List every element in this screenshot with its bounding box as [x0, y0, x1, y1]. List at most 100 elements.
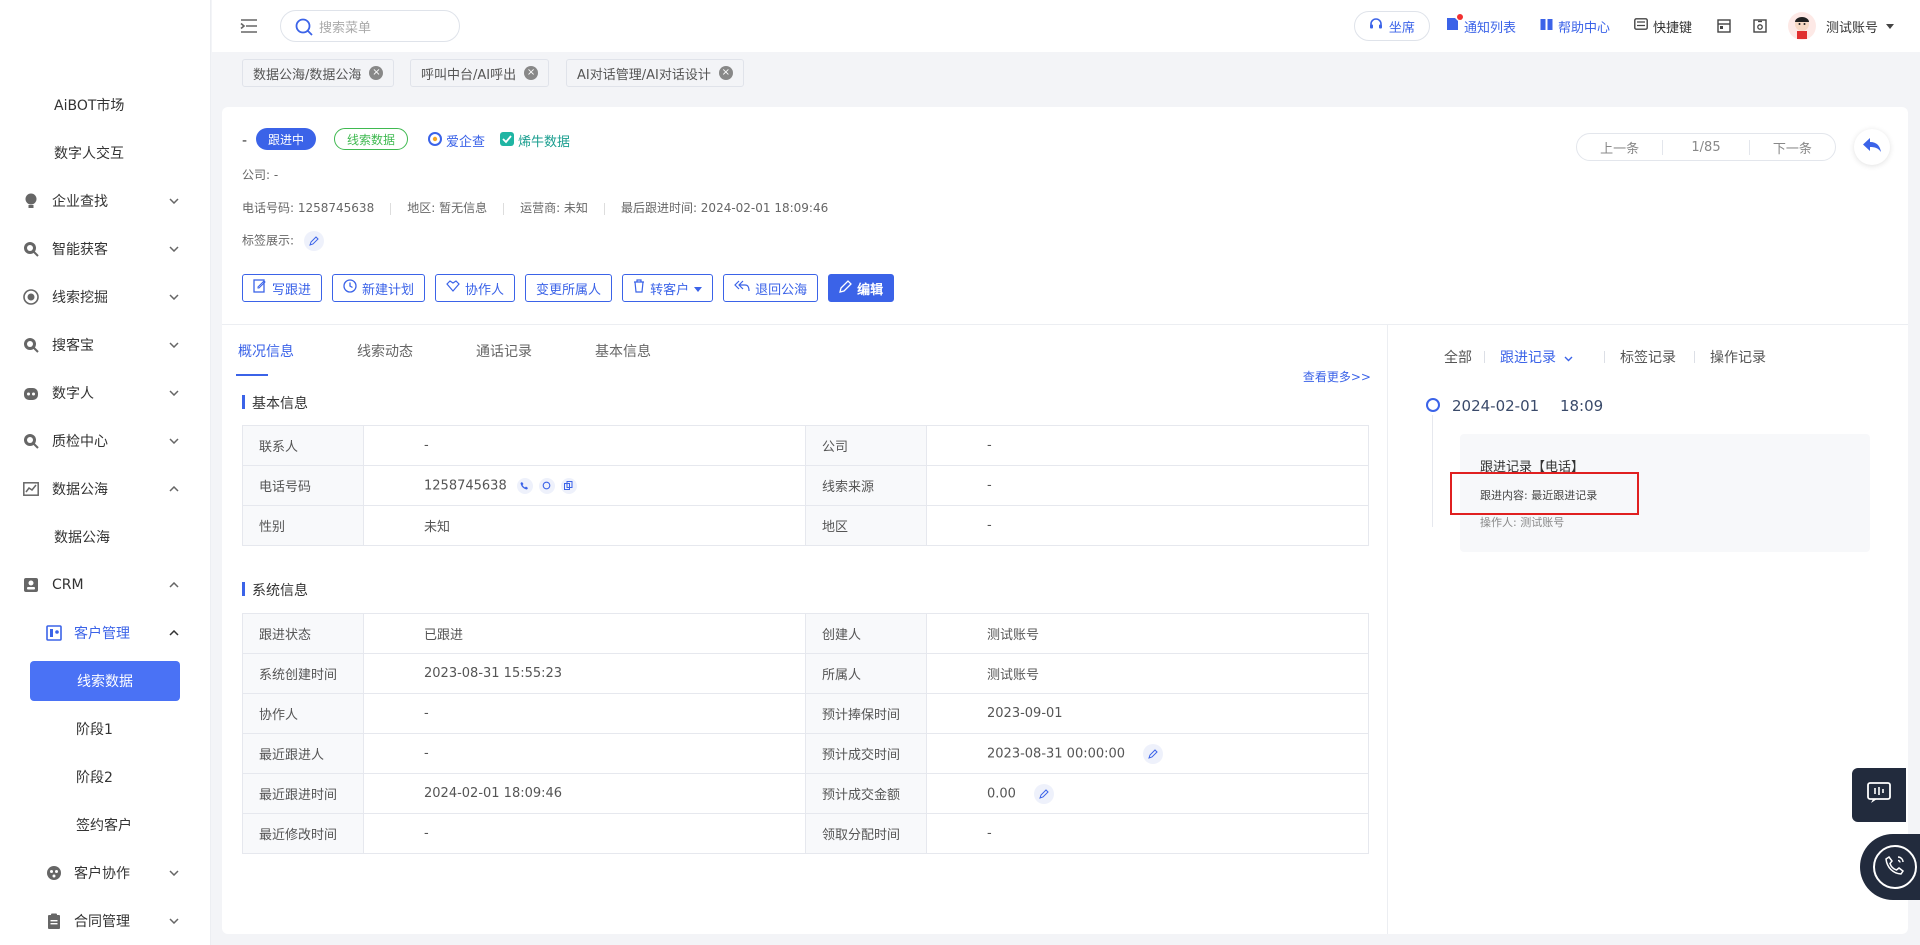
tab-lead-activity[interactable]: 线索动态	[357, 341, 413, 361]
tab-overview[interactable]: 概况信息	[238, 341, 294, 361]
edit-tags-icon[interactable]	[303, 231, 324, 251]
tab-follow-records-label: 跟进记录	[1500, 350, 1556, 366]
table-row: 电话号码 1258745638 线索来源 -	[242, 465, 1369, 506]
edit-button[interactable]: 编辑	[828, 274, 895, 302]
xiniu-link[interactable]: 烯牛数据	[500, 131, 570, 150]
user-name[interactable]: 测试账号	[1826, 17, 1878, 36]
edit-deal-amount-icon[interactable]	[1034, 783, 1055, 804]
sidebar-item-signed-customers[interactable]: 签约客户	[0, 805, 211, 845]
to-customer-button[interactable]: 转客户	[622, 274, 714, 302]
refresh-icon[interactable]	[538, 477, 555, 494]
tab-ai-outbound[interactable]: 呼叫中台/AI呼出 ×	[410, 59, 550, 87]
notify-label: 通知列表	[1463, 20, 1516, 36]
sidebar-item-lead-data[interactable]: 线索数据	[30, 661, 180, 701]
edit-deal-time-icon[interactable]	[1143, 743, 1164, 764]
write-follow-label: 写跟进	[272, 282, 312, 298]
back-button[interactable]	[1854, 129, 1890, 165]
close-icon[interactable]: ×	[369, 66, 384, 80]
collaborator-button[interactable]: 协作人	[435, 274, 516, 302]
view-more-link[interactable]: 查看更多>>	[1303, 368, 1371, 385]
prev-button[interactable]: 上一条	[1577, 138, 1662, 157]
basic-info-table: 联系人 - 公司 - 电话号码 1258745638 线索来源 - 性别 未知 …	[242, 425, 1369, 546]
aiqicha-icon	[428, 131, 442, 150]
owner-key: 所属人	[805, 653, 927, 694]
tab-basic-info[interactable]: 基本信息	[595, 341, 651, 361]
table-row: 系统创建时间 2023-08-31 15:55:23 所属人 测试账号	[242, 653, 1369, 694]
avatar[interactable]	[1787, 12, 1816, 40]
sidebar-item-aibot-market[interactable]: AiBOT市场	[0, 85, 211, 125]
help-link[interactable]: 帮助中心	[1540, 17, 1610, 36]
shortcut-link[interactable]: 快捷键	[1634, 17, 1692, 36]
sidebar-item-label: 签约客户	[76, 818, 132, 834]
call-widget-button[interactable]	[1860, 834, 1920, 900]
phone-cell: 1258745638	[363, 465, 806, 506]
tab-all[interactable]: 全部	[1444, 347, 1472, 367]
return-pool-button[interactable]: 退回公海	[723, 274, 819, 302]
close-icon[interactable]: ×	[718, 66, 733, 80]
tab-follow-records[interactable]: 跟进记录	[1500, 347, 1573, 367]
change-owner-button[interactable]: 变更所属人	[525, 274, 613, 302]
sidebar-item-customer-management[interactable]: 客户管理	[0, 613, 211, 653]
last-follow-time-value: 2024-02-01 18:09:46	[363, 773, 806, 814]
sidebar-item-label: 企业查找	[52, 194, 108, 210]
sidebar-item-label: 客户管理	[74, 626, 130, 642]
change-owner-label: 变更所属人	[536, 282, 602, 298]
seat-button[interactable]: 坐席	[1353, 11, 1430, 41]
search-input[interactable]: 搜索菜单	[280, 10, 460, 42]
highlight-box	[1450, 472, 1639, 515]
topbar: 搜索菜单 坐席 通知列表 帮助中心 快捷键 测试账号	[212, 0, 1920, 52]
sidebar-item-enterprise-search[interactable]: 企业查找	[0, 181, 211, 221]
sidebar-item-stage-1[interactable]: 阶段1	[0, 709, 211, 749]
divider	[390, 202, 392, 215]
sidebar-item-smart-acquisition[interactable]: 智能获客	[0, 229, 211, 269]
caret-down-icon	[694, 281, 703, 296]
caret-down-icon[interactable]	[1886, 23, 1894, 29]
phone-icon[interactable]	[516, 477, 533, 494]
table-row: 联系人 - 公司 -	[242, 425, 1369, 466]
screen-icon[interactable]	[1716, 18, 1732, 34]
reply-all-icon	[734, 280, 750, 296]
chat-widget-button[interactable]	[1852, 768, 1906, 822]
contact-card-icon	[23, 577, 39, 593]
new-plan-button[interactable]: 新建计划	[332, 274, 426, 302]
sidebar-item-label: CRM	[52, 577, 84, 593]
sidebar-item-label: 线索挖掘	[52, 290, 108, 306]
close-icon[interactable]: ×	[524, 66, 539, 80]
notify-link[interactable]: 通知列表	[1446, 14, 1516, 36]
chevron-down-icon	[167, 194, 181, 208]
status-badge: 跟进中	[256, 128, 317, 150]
divider	[1694, 351, 1695, 363]
sidebar-item-stage-2[interactable]: 阶段2	[0, 757, 211, 797]
sidebar-item-quality-center[interactable]: 质检中心	[0, 421, 211, 461]
tab-data-pool[interactable]: 数据公海/数据公海 ×	[242, 59, 395, 87]
sidebar-item-contract-management[interactable]: 合同管理	[0, 901, 211, 941]
headset-icon	[1369, 17, 1383, 35]
chevron-down-icon	[167, 290, 181, 304]
aiqicha-link[interactable]: 爱企查	[428, 131, 485, 150]
region-key: 地区	[805, 505, 927, 546]
active-tab-indicator	[236, 374, 268, 376]
sidebar-item-crm[interactable]: CRM	[0, 565, 211, 605]
copy-icon[interactable]	[560, 477, 577, 494]
write-follow-button[interactable]: 写跟进	[242, 274, 323, 302]
tab-operation-records[interactable]: 操作记录	[1710, 347, 1766, 367]
sidebar-item-digital-human[interactable]: 数字人	[0, 373, 211, 413]
system-info-table: 跟进状态 已跟进 创建人 测试账号 系统创建时间 2023-08-31 15:5…	[242, 613, 1369, 854]
chart-icon	[23, 481, 39, 497]
tab-tag-records[interactable]: 标签记录	[1620, 347, 1676, 367]
lock-screen-icon[interactable]	[1752, 18, 1768, 34]
sidebar-item-soukebao[interactable]: 搜客宝	[0, 325, 211, 365]
sidebar-item-customer-collab[interactable]: 客户协作	[0, 853, 211, 893]
next-button[interactable]: 下一条	[1750, 138, 1835, 157]
contact-key: 联系人	[242, 425, 364, 466]
sidebar-item-digital-human-interaction[interactable]: 数字人交互	[0, 133, 211, 173]
sidebar-item-data-pool[interactable]: 数据公海	[0, 469, 211, 509]
menu-toggle-icon[interactable]	[240, 18, 258, 34]
phone-key: 电话号码	[242, 465, 364, 506]
tab-call-records[interactable]: 通话记录	[476, 341, 532, 361]
creator-value: 测试账号	[926, 613, 1369, 654]
sidebar-item-lead-mining[interactable]: 线索挖掘	[0, 277, 211, 317]
tab-ai-dialog-design[interactable]: AI对话管理/AI对话设计 ×	[566, 59, 744, 87]
created-time-value: 2023-08-31 15:55:23	[363, 653, 806, 694]
sidebar-item-data-pool-sub[interactable]: 数据公海	[0, 517, 211, 557]
